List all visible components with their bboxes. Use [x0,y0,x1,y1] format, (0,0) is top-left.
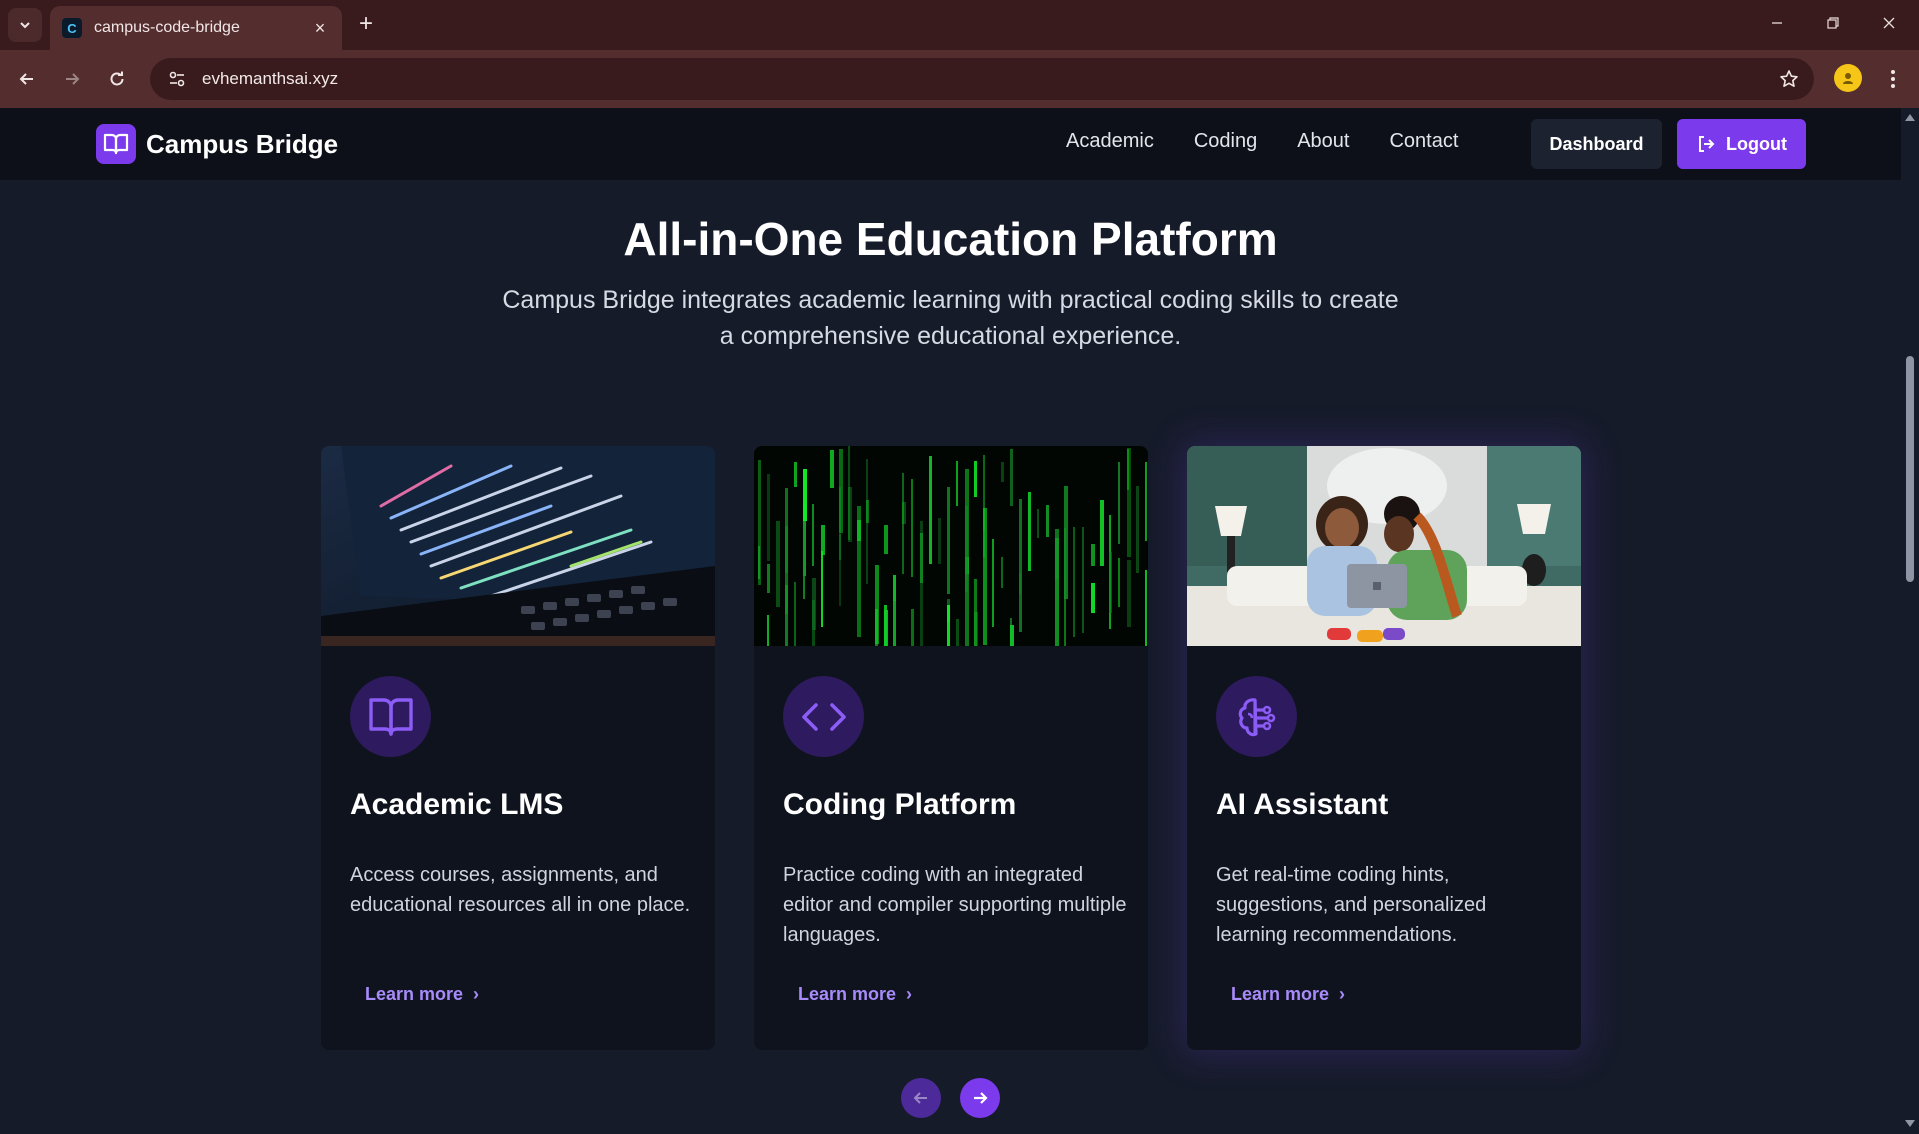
card-description: Get real-time coding hints, suggestions,… [1216,864,1487,946]
card-description: Access courses, assignments, and educati… [350,864,691,916]
back-button[interactable] [10,62,44,96]
restore-icon [1827,17,1839,29]
nav-link-academic[interactable]: Academic [1066,130,1154,153]
favicon-icon: C [62,18,82,38]
learn-more-link[interactable]: Learn more › [783,972,927,1016]
profile-avatar-icon[interactable] [1834,64,1862,92]
scrollbar-thumb[interactable] [1906,356,1914,582]
learn-more-label: Learn more [365,983,464,1004]
tab-title: campus-code-bridge [94,19,240,36]
logout-label: Logout [1726,133,1787,154]
bookmark-star-icon[interactable] [1772,62,1806,96]
close-icon [1883,17,1895,29]
people-laptop-image [1187,446,1581,646]
card-title: AI Assistant [1216,788,1389,821]
learn-more-label: Learn more [1231,983,1330,1004]
chevron-right-icon: › [906,983,913,1004]
brain-circuit-icon [1216,676,1297,757]
tab-close-icon[interactable]: × [310,18,330,39]
carousel-prev-button[interactable] [901,1078,941,1118]
address-bar[interactable]: evhemanthsai.xyz [150,58,1814,100]
logout-icon [1699,136,1715,152]
arrow-right-icon [974,1092,988,1104]
reload-icon [110,71,124,86]
learn-more-link[interactable]: Learn more › [350,972,494,1016]
book-open-icon [96,124,136,164]
reload-button[interactable] [100,62,134,96]
new-tab-button[interactable]: + [352,10,380,38]
browser-menu-icon[interactable] [1878,62,1908,96]
browser-tab[interactable]: C campus-code-bridge × [50,6,342,50]
brand-logo-link[interactable]: Campus Bridge [96,124,338,164]
arrow-left-icon [913,1092,927,1104]
card-description: Practice coding with an integrated edito… [783,864,1127,946]
forward-button[interactable] [55,62,89,96]
page-scrollbar[interactable] [1901,108,1919,1134]
code-icon [783,676,864,757]
card-title: Coding Platform [783,788,1017,821]
feature-card-coding: Coding Platform Practice coding with an … [754,446,1148,1050]
browser-tab-strip: C campus-code-bridge × + [0,0,1919,50]
site-navbar: Campus Bridge Academic Coding About Cont… [0,108,1901,180]
laptop-code-image [321,446,715,646]
carousel-next-button[interactable] [960,1078,1000,1118]
brand-name: Campus Bridge [146,128,339,159]
nav-links: Academic Coding About Contact [1066,130,1498,153]
book-open-icon [350,676,431,757]
dashboard-label: Dashboard [1549,133,1644,154]
nav-link-coding[interactable]: Coding [1194,130,1257,153]
minimize-button[interactable] [1755,6,1799,40]
matrix-code-image [754,446,1148,646]
url-text: evhemanthsai.xyz [202,69,339,88]
restore-button[interactable] [1811,6,1855,40]
dashboard-button[interactable]: Dashboard [1531,119,1662,169]
minimize-icon [1772,22,1782,24]
logout-button[interactable]: Logout [1677,119,1806,169]
feature-card-ai: AI Assistant Get real-time coding hints,… [1187,446,1581,1050]
scroll-up-icon[interactable] [1905,114,1915,121]
chevron-down-icon [20,22,30,29]
nav-link-contact[interactable]: Contact [1389,130,1458,153]
site-info-icon[interactable] [164,66,190,92]
tab-search-button[interactable] [8,8,42,42]
scroll-down-icon[interactable] [1905,1120,1915,1127]
chevron-right-icon: › [473,983,480,1004]
chevron-right-icon: › [1339,983,1346,1004]
hero-subtitle: Campus Bridge integrates academic learni… [502,286,1399,350]
arrow-right-icon [66,73,80,85]
nav-link-about[interactable]: About [1297,130,1349,153]
arrow-left-icon [19,73,33,85]
page-title: All-in-One Education Platform [623,213,1278,265]
page-viewport: Campus Bridge Academic Coding About Cont… [0,108,1901,1134]
feature-card-academic: Academic LMS Access courses, assignments… [321,446,715,1050]
card-title: Academic LMS [350,788,564,821]
learn-more-link[interactable]: Learn more › [1216,972,1360,1016]
close-window-button[interactable] [1867,6,1911,40]
learn-more-label: Learn more [798,983,897,1004]
browser-toolbar: evhemanthsai.xyz [0,50,1919,108]
